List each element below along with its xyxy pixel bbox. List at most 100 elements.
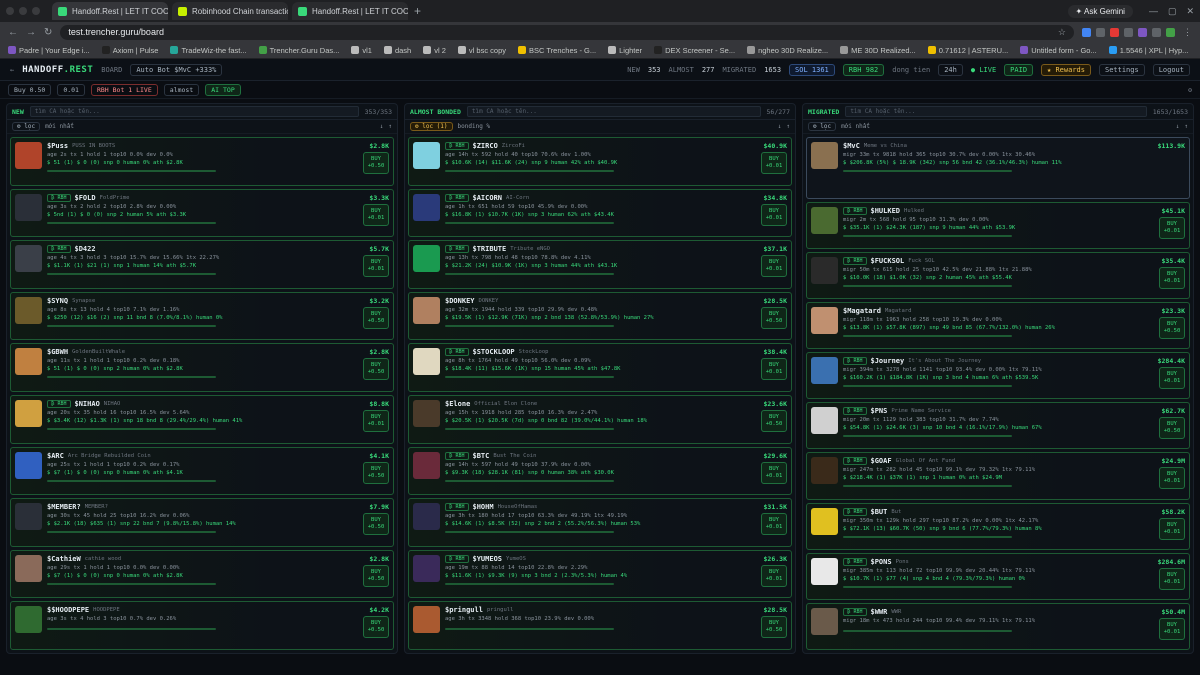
token-ticker[interactable]: $D422 [75,245,96,253]
token-card[interactable]: ₿ RBH $FUCKSOL Fuck SOL migr 50m tx 615 … [806,251,1190,300]
buy-button[interactable]: BUY +0.01 [1159,467,1185,490]
token-card[interactable]: ₿ RBH $NIHAO NIHAO age 20s tx 35 hold 16… [10,394,394,444]
bookmark-star-icon[interactable]: ☆ [1058,27,1066,38]
token-ticker[interactable]: $PNS [871,407,888,415]
token-card[interactable]: ₿ RBH $PNS Prime Name Service migr 20m t… [806,402,1190,450]
bookmark-item[interactable]: Axiom | Pulse [101,46,158,55]
buy-button[interactable]: BUY +0.01 [761,152,787,174]
sort-desc-icon[interactable]: ↓ [1176,123,1180,130]
buy-button[interactable]: BUY +0.50 [363,152,389,174]
token-avatar[interactable] [413,296,440,324]
sort-asc-icon[interactable]: ↑ [1184,123,1188,130]
token-card[interactable]: $Elone Official Elon Clone age 15h tx 19… [408,394,792,444]
token-card[interactable]: ₿ RBH $GOAF Global Of Ant Fund migr 247m… [806,452,1190,500]
buy-button[interactable]: BUY +0.50 [363,461,389,484]
token-avatar[interactable] [811,206,838,234]
token-ticker[interactable]: $CathieW [47,555,81,563]
token-ticker[interactable]: $ARC [47,452,64,460]
close-window-icon[interactable]: ✕ [1186,6,1194,17]
token-ticker[interactable]: $HOHM [473,503,494,511]
token-ticker[interactable]: $FUCKSOL [871,257,905,265]
buy-button[interactable]: BUY +0.50 [363,616,389,639]
token-ticker[interactable]: $FOLD [75,194,96,202]
token-avatar[interactable] [15,245,42,273]
almost-filter-button[interactable]: almost [163,83,200,96]
buy-button[interactable]: BUY +0.01 [1159,567,1185,590]
token-avatar[interactable] [15,606,42,634]
token-card[interactable]: $GBWH GoldenBuiltWhale age 11s tx 1 hold… [10,343,394,392]
browser-tab[interactable]: Robinhood Chain transaction× [172,2,288,20]
token-ticker[interactable]: $DONKEY [445,297,475,305]
token-card[interactable]: $CathieW cathie wood age 29s tx 1 hold 1… [10,549,394,599]
token-card[interactable]: ₿ RBH $ZIRCO ZircoFi age 14h tx 592 hold… [408,137,792,186]
bot-status-button[interactable]: RBH Bot 1 LIVE [90,83,158,96]
token-ticker[interactable]: $AICORN [473,194,503,202]
token-avatar[interactable] [811,407,838,435]
buy-button[interactable]: BUY +0.50 [363,564,389,587]
window-controls[interactable] [6,7,40,15]
token-ticker[interactable]: $YUMEOS [473,555,503,563]
token-avatar[interactable] [15,451,42,479]
token-avatar[interactable] [413,606,440,634]
token-avatar[interactable] [811,557,838,585]
settings-button[interactable]: Settings [1098,63,1145,76]
token-avatar[interactable] [811,256,838,284]
browser-tab[interactable]: Handoff.Rest | LET IT COOK× [52,2,168,20]
token-card[interactable]: ₿ RBH $Journey It's About The Journey mi… [806,352,1190,400]
token-avatar[interactable] [811,307,838,335]
token-card[interactable]: $pringull pringull age 3h tx 3348 hold 3… [408,601,792,650]
token-ticker[interactable]: $TRIBUTE [473,245,507,253]
token-card[interactable]: $$HOODPEPE HOODPEPE age 3s tx 4 hold 3 t… [10,601,394,650]
forward-icon[interactable]: → [26,27,36,38]
range-select[interactable]: 24h [938,63,963,76]
filter-button[interactable]: ⚙ lọc [808,122,837,131]
token-avatar[interactable] [413,142,440,169]
token-card[interactable]: ₿ RBH $HULKED Hulked migr 2m tx 568 hold… [806,201,1190,249]
token-ticker[interactable]: $MEMBER? [47,503,81,511]
ai-top-button[interactable]: AI TOP [205,83,241,96]
buy-button[interactable]: BUY +0.01 [761,513,787,536]
logout-button[interactable]: Logout [1152,63,1190,76]
buy-button[interactable]: BUY +0.01 [1159,517,1185,540]
buy-button[interactable]: BUY +0.01 [761,461,787,484]
bookmark-item[interactable]: DEX Screener - Se... [654,46,735,55]
token-avatar[interactable] [413,245,440,273]
buy-button[interactable]: BUY +0.50 [761,616,787,639]
buy-button[interactable]: BUY +0.01 [363,255,389,278]
filter-button[interactable]: ⚙ lọc [12,122,41,131]
buy-button[interactable]: BUY +0.01 [363,203,389,226]
token-avatar[interactable] [413,348,440,376]
bookmark-item[interactable]: vl1 [351,46,372,55]
bookmark-item[interactable]: Lighter [608,46,642,55]
token-avatar[interactable] [811,607,838,635]
buy-button[interactable]: BUY +0.01 [1159,617,1185,640]
token-ticker[interactable]: $WWR [871,608,888,616]
token-avatar[interactable] [811,357,838,385]
token-card[interactable]: $SYNQ Synapse age 8s tx 13 hold 4 top10 … [10,291,394,341]
token-avatar[interactable] [811,142,838,169]
bookmark-item[interactable]: Untitled form - Go... [1020,46,1097,55]
sort-desc-icon[interactable]: ↓ [778,123,782,130]
filter-button[interactable]: ⚙ lọc (1) [410,122,453,131]
bookmark-item[interactable]: vl 2 [423,46,446,55]
reload-icon[interactable]: ↻ [44,27,52,38]
buy-button[interactable]: BUY +0.50 [363,513,389,536]
buy-button[interactable]: BUY +0.01 [1159,216,1185,239]
sort-select[interactable]: mới nhất [45,123,74,130]
token-avatar[interactable] [413,399,440,427]
token-ticker[interactable]: $STOCKLOOP [473,348,515,356]
token-ticker[interactable]: $PONS [871,558,892,566]
autobot-badge[interactable]: Auto Bot $MvC +333% [130,63,223,76]
token-ticker[interactable]: $Puss [47,142,68,150]
buy-button[interactable]: BUY +0.50 [1159,417,1185,440]
token-ticker[interactable]: $Journey [871,357,905,365]
token-ticker[interactable]: $BUT [871,508,888,516]
token-ticker[interactable]: $$HOODPEPE [47,606,89,614]
rewards-button[interactable]: ★ Rewards [1041,63,1091,76]
token-ticker[interactable]: $GBWH [47,348,68,356]
sort-asc-icon[interactable]: ↑ [388,123,392,130]
sort-asc-icon[interactable]: ↑ [786,123,790,130]
token-card[interactable]: ₿ RBH $STOCKLOOP StockLoop age 8h tx 176… [408,343,792,392]
bookmark-item[interactable]: ME 30D Realized... [840,46,916,55]
buy-button[interactable]: BUY +0.50 [761,306,787,329]
